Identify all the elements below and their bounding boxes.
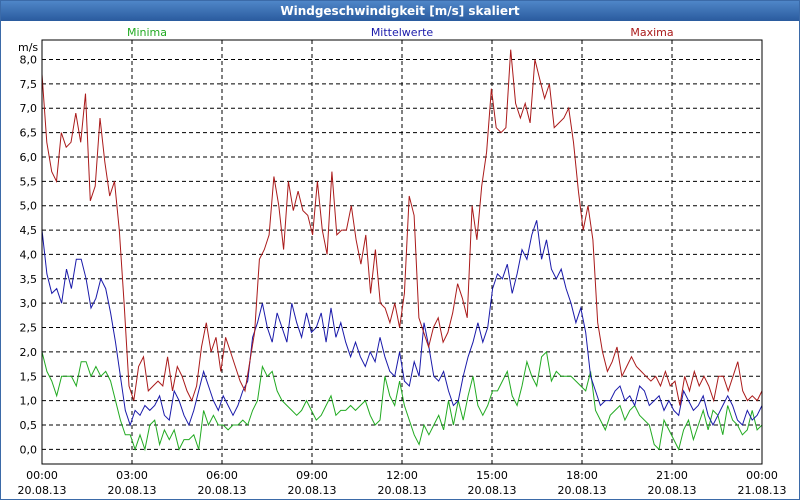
x-tick-time: 00:00 bbox=[26, 469, 58, 482]
y-tick-label: 7,0 bbox=[20, 102, 38, 115]
x-tick-time: 15:00 bbox=[476, 469, 508, 482]
y-tick-label: 3,0 bbox=[20, 297, 38, 310]
y-tick-label: 0,0 bbox=[20, 443, 38, 456]
y-tick-label: 2,0 bbox=[20, 346, 38, 359]
x-tick-date: 20.08.13 bbox=[18, 484, 67, 497]
x-tick-time: 09:00 bbox=[296, 469, 328, 482]
chart-svg: m/s Minima Mittelwerte Maxima 0,0 0,5 1,0 1,5… bbox=[18, 26, 787, 497]
y-tick-label: 7,5 bbox=[20, 78, 38, 91]
x-tick-time: 12:00 bbox=[386, 469, 418, 482]
y-tick-label: 1,0 bbox=[20, 395, 38, 408]
x-tick-time: 21:00 bbox=[656, 469, 688, 482]
x-tick-time: 06:00 bbox=[206, 469, 238, 482]
y-tick-label: 0,5 bbox=[20, 419, 38, 432]
x-tick-time: 18:00 bbox=[566, 469, 598, 482]
y-tick-label: 6,5 bbox=[20, 127, 38, 140]
y-tick-label: 3,5 bbox=[20, 273, 38, 286]
y-tick-label: 6,0 bbox=[20, 151, 38, 164]
x-tick-date: 20.08.13 bbox=[558, 484, 607, 497]
y-tick-label: 1,5 bbox=[20, 370, 38, 383]
y-tick-label: 2,5 bbox=[20, 322, 38, 335]
y-tick-label: 4,0 bbox=[20, 248, 38, 261]
x-tick-date: 20.08.13 bbox=[108, 484, 157, 497]
y-axis-label: m/s bbox=[18, 41, 38, 54]
x-tick-date: 20.08.13 bbox=[378, 484, 427, 497]
y-tick-label: 5,5 bbox=[20, 175, 38, 188]
x-tick-date: 20.08.13 bbox=[198, 484, 247, 497]
x-tick-time: 03:00 bbox=[116, 469, 148, 482]
x-tick-time: 00:00 bbox=[746, 469, 778, 482]
x-tick-date: 20.08.13 bbox=[648, 484, 697, 497]
y-tick-label: 4,5 bbox=[20, 224, 38, 237]
legend-mittelwerte: Mittelwerte bbox=[371, 26, 434, 39]
y-tick-label: 8,0 bbox=[20, 53, 38, 66]
x-tick-date: 20.08.13 bbox=[288, 484, 337, 497]
x-tick-date: 21.08.13 bbox=[738, 484, 787, 497]
legend-maxima: Maxima bbox=[630, 26, 673, 39]
y-tick-label: 5,0 bbox=[20, 200, 38, 213]
legend-minima: Minima bbox=[127, 26, 167, 39]
x-tick-date: 20.08.13 bbox=[468, 484, 517, 497]
